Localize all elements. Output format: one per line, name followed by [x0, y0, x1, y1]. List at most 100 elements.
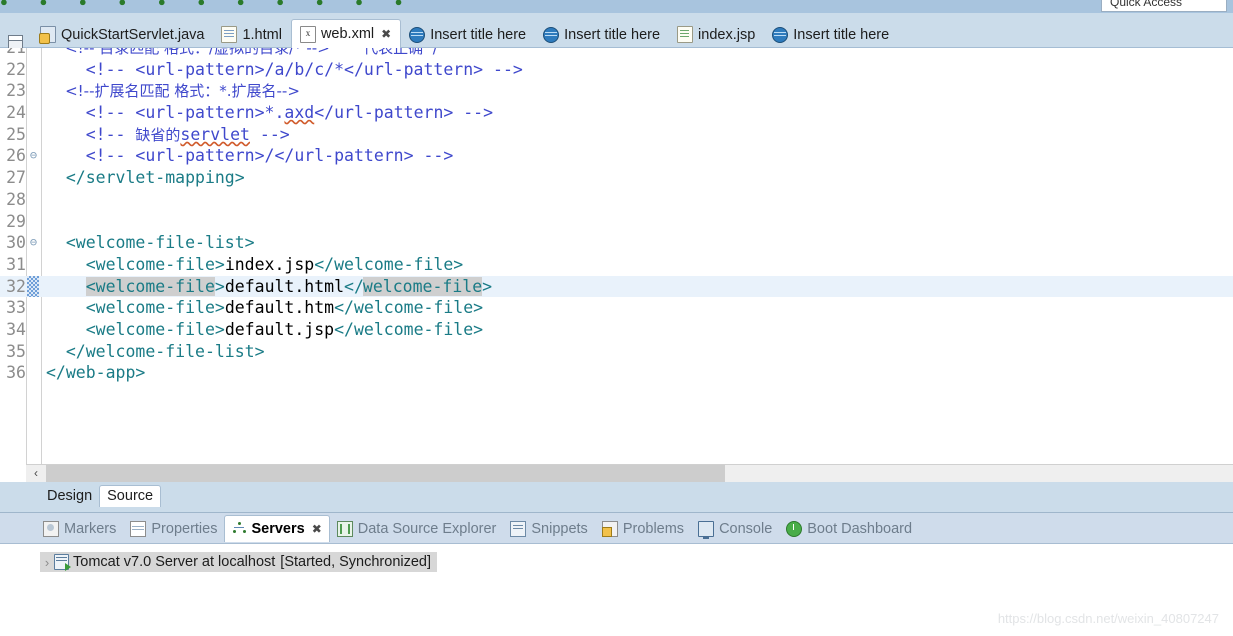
code-line-text: <welcome-file-list> [46, 232, 255, 254]
code-line[interactable]: 25 <!-- 缺省的servlet --> [0, 124, 1233, 146]
editor-tab-insert-title-here[interactable]: Insert title here [401, 21, 535, 48]
code-token: </servlet-mapping> [46, 168, 245, 188]
editor-tabs: QuickStartServlet.java 1.html x web.xml ✖ Ins… [32, 13, 898, 48]
view-tab-markers[interactable]: Markers [36, 516, 123, 541]
code-token: </welcome-file-list> [46, 341, 265, 361]
server-status-badge: [Started, Synchronized] [280, 554, 432, 570]
code-line[interactable]: 28 [0, 189, 1233, 211]
problems-icon [601, 520, 618, 537]
code-line[interactable]: 32 <welcome-file>default.html</welcome-f… [0, 275, 1233, 298]
code-line-text: <welcome-file>index.jsp</welcome-file> [46, 254, 464, 276]
editor-tab-label: Insert title here [430, 26, 527, 43]
code-token: <welcome-file [85, 276, 215, 296]
code-line-text: <!-- <url-pattern>/</url-pattern> --> [46, 145, 454, 167]
code-token: > [482, 276, 493, 296]
view-tab-label: Data Source Explorer [357, 520, 497, 537]
editor-tab-web-xml[interactable]: x web.xml ✖ [290, 19, 402, 48]
restore-view-icon[interactable] [8, 35, 23, 49]
code-line[interactable]: 34 <welcome-file>default.jsp</welcome-fi… [0, 319, 1233, 341]
code-line[interactable]: 33 <welcome-file>default.htm</welcome-fi… [0, 297, 1233, 319]
code-line[interactable]: 21 <!-- 目录匹配 格式：/虚拟的目录/* --> 代表正确 / [0, 48, 1233, 59]
quick-access-field[interactable]: Quick Access [1101, 0, 1227, 12]
jsp-file-icon [677, 26, 694, 43]
code-line-text: <welcome-file>default.htm</welcome-file> [46, 297, 483, 319]
line-number: 32 [6, 276, 26, 296]
code-line-text: <!-- 缺省的servlet --> [46, 124, 290, 147]
editor-horizontal-scrollbar[interactable]: ‹ [26, 464, 1233, 483]
code-token: </welcome-file> [334, 319, 484, 339]
globe-icon [772, 26, 789, 43]
view-tab-boot-dashboard[interactable]: Boot Dashboard [779, 516, 919, 541]
editor-tab-label: Insert title here [793, 26, 890, 43]
code-text-area[interactable]: 21 <!-- 目录匹配 格式：/虚拟的目录/* --> 代表正确 /22 <!… [0, 48, 1233, 464]
editor-page-tab-design[interactable]: Design [40, 486, 99, 507]
close-icon[interactable]: ✖ [381, 27, 391, 41]
line-number: 21 [0, 48, 26, 59]
editor-tab-label: 1.html [242, 26, 282, 43]
xml-source-editor[interactable]: 21 <!-- 目录匹配 格式：/虚拟的目录/* --> 代表正确 /22 <!… [0, 48, 1233, 464]
toolbar-icon-row[interactable]: ● ● ● ● ● ● ● ● ● ● ● [0, 0, 417, 13]
editor-tab-quickstartservlet-java[interactable]: QuickStartServlet.java [32, 21, 213, 48]
view-tab-label: Properties [151, 520, 218, 537]
servers-view[interactable]: › Tomcat v7.0 Server at localhost [Started… [0, 544, 1233, 636]
line-number: 23 [6, 81, 26, 101]
editor-tab-insert-title-here[interactable]: Insert title here [764, 21, 898, 48]
editor-tab-bar: QuickStartServlet.java 1.html x web.xml ✖ Ins… [0, 13, 1233, 49]
properties-icon [130, 520, 147, 537]
view-tab-console[interactable]: Console [691, 516, 779, 541]
fold-collapse-icon[interactable]: ⊖ [28, 232, 39, 254]
view-tab-problems[interactable]: Problems [595, 516, 691, 541]
code-line[interactable]: 36 </web-app> [0, 362, 1233, 384]
changed-line-marker [27, 276, 39, 297]
code-line[interactable]: 31 <welcome-file>index.jsp</welcome-file… [0, 254, 1233, 276]
view-tab-properties[interactable]: Properties [123, 516, 224, 541]
code-line[interactable]: 27 </servlet-mapping> [0, 167, 1233, 189]
code-line[interactable]: 26 ⊖ <!-- <url-pattern>/</url-pattern> --… [0, 145, 1233, 167]
code-token: servlet [180, 124, 250, 144]
view-tab-data-source-explorer[interactable]: Data Source Explorer [330, 516, 504, 541]
code-token: </url-pattern> --> [314, 103, 494, 123]
main-toolbar: ● ● ● ● ● ● ● ● ● ● ● Quick Access [0, 0, 1233, 13]
editor-tab-index-jsp[interactable]: index.jsp [669, 21, 764, 48]
line-number: 33 [6, 298, 26, 318]
code-token: welcome-file [362, 276, 483, 296]
editor-tab-label: index.jsp [698, 26, 756, 43]
code-token: --> [249, 124, 290, 144]
code-line[interactable]: 23 <!--扩展名匹配 格式：*.扩展名--> [0, 80, 1233, 102]
line-number: 36 [6, 363, 26, 383]
code-line-text: <!-- <url-pattern>*.axd</url-pattern> --… [46, 102, 493, 124]
code-token: </ [344, 276, 364, 296]
code-token: </web-app> [46, 363, 146, 383]
line-number: 30 [6, 233, 26, 253]
fold-collapse-icon[interactable]: ⊖ [28, 145, 39, 167]
scroll-left-arrow-icon[interactable]: ‹ [26, 465, 46, 483]
editor-tab-1-html[interactable]: 1.html [213, 21, 291, 48]
code-line[interactable]: 24 <!-- <url-pattern>*.axd</url-pattern>… [0, 102, 1233, 124]
line-number: 26 [6, 146, 26, 166]
markers-icon [43, 520, 59, 537]
code-token: axd [284, 103, 315, 123]
code-token: <!-- <url-pattern>/</url-pattern> --> [46, 146, 454, 166]
code-line[interactable]: 35 </welcome-file-list> [0, 341, 1233, 363]
code-token: <!-- 目录匹配 格式：/虚拟的目录/* --> 代表正确 / [46, 48, 438, 57]
code-token: </welcome-file> [334, 298, 484, 318]
server-icon [54, 554, 71, 571]
server-tree-item[interactable]: › Tomcat v7.0 Server at localhost [Started… [40, 552, 438, 572]
close-icon[interactable]: ✖ [312, 522, 322, 536]
code-line[interactable]: 22 <!-- <url-pattern>/a/b/c/*</url-patte… [0, 59, 1233, 81]
code-token: default.htm [224, 298, 335, 318]
view-tab-servers[interactable]: Servers ✖ [224, 515, 330, 542]
line-number: 29 [6, 211, 26, 231]
view-tab-snippets[interactable]: Snippets [503, 516, 594, 541]
editor-tab-insert-title-here[interactable]: Insert title here [535, 21, 669, 48]
code-line-text: <welcome-file>default.html</welcome-file… [46, 276, 492, 298]
expand-arrow-icon[interactable]: › [40, 555, 54, 570]
line-number: 28 [6, 189, 26, 209]
code-line[interactable]: 29 [0, 211, 1233, 233]
view-tab-label: Boot Dashboard [807, 520, 913, 537]
editor-page-tab-source[interactable]: Source [99, 485, 162, 507]
code-token: > [214, 276, 225, 296]
scrollbar-thumb[interactable] [46, 465, 725, 483]
line-number: 25 [6, 124, 26, 144]
code-line[interactable]: 30 ⊖ <welcome-file-list> [0, 232, 1233, 254]
